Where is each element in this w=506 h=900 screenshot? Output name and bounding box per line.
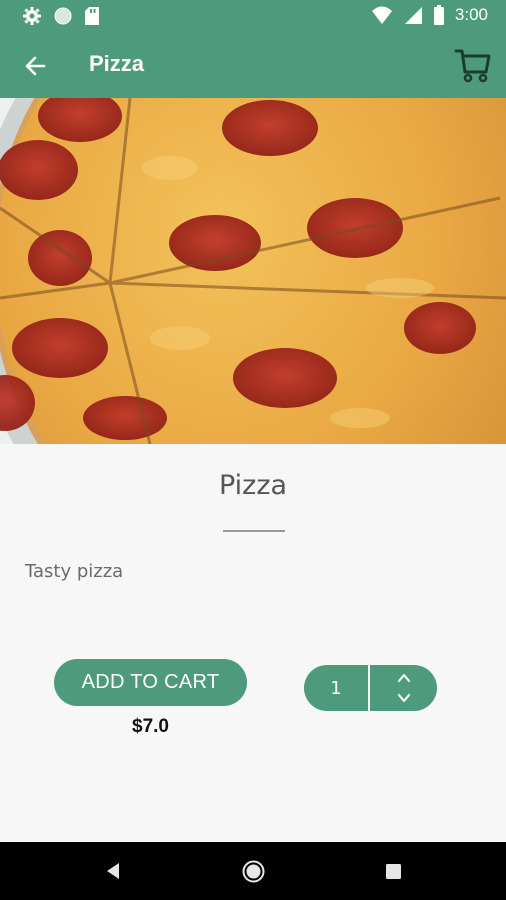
circle-icon [54, 7, 72, 25]
status-time: 3:00 [454, 5, 488, 24]
settings-icon [23, 7, 41, 25]
arrow-left-icon [25, 56, 46, 76]
nav-recents-button[interactable] [386, 864, 401, 879]
system-nav-bar [0, 842, 506, 900]
add-to-cart-button[interactable]: ADD TO CART [54, 659, 247, 706]
status-bar: 3:00 [0, 0, 506, 32]
title-divider [223, 530, 285, 532]
cart-button[interactable] [454, 46, 492, 84]
product-image [0, 98, 506, 444]
wifi-icon [371, 6, 392, 24]
nav-back-icon [107, 863, 119, 879]
nav-recents-icon [386, 864, 401, 879]
quantity-increment-button[interactable] [370, 665, 437, 688]
battery-icon [433, 5, 444, 25]
quantity-stepper: 1 [304, 665, 437, 711]
product-price: $7.0 [132, 716, 169, 737]
app-bar-title: Pizza [89, 51, 145, 76]
chevron-down-icon [398, 694, 410, 702]
app-bar: Pizza [0, 32, 506, 98]
cell-signal-icon [404, 7, 422, 24]
quantity-decrement-button[interactable] [370, 688, 437, 711]
cart-icon [454, 49, 491, 83]
product-title: Pizza [218, 470, 288, 501]
nav-home-button[interactable] [242, 860, 265, 883]
chevron-up-icon [398, 674, 410, 682]
product-description: Tasty pizza [25, 561, 124, 582]
nav-back-button[interactable] [103, 861, 123, 881]
nav-home-icon [242, 860, 265, 883]
status-icons-left [22, 6, 100, 26]
pizza-photo [0, 98, 506, 444]
sd-card-icon [85, 7, 99, 25]
status-icons-right: 3:00 [371, 5, 488, 25]
back-button[interactable] [20, 51, 50, 81]
quantity-value[interactable]: 1 [304, 665, 368, 711]
